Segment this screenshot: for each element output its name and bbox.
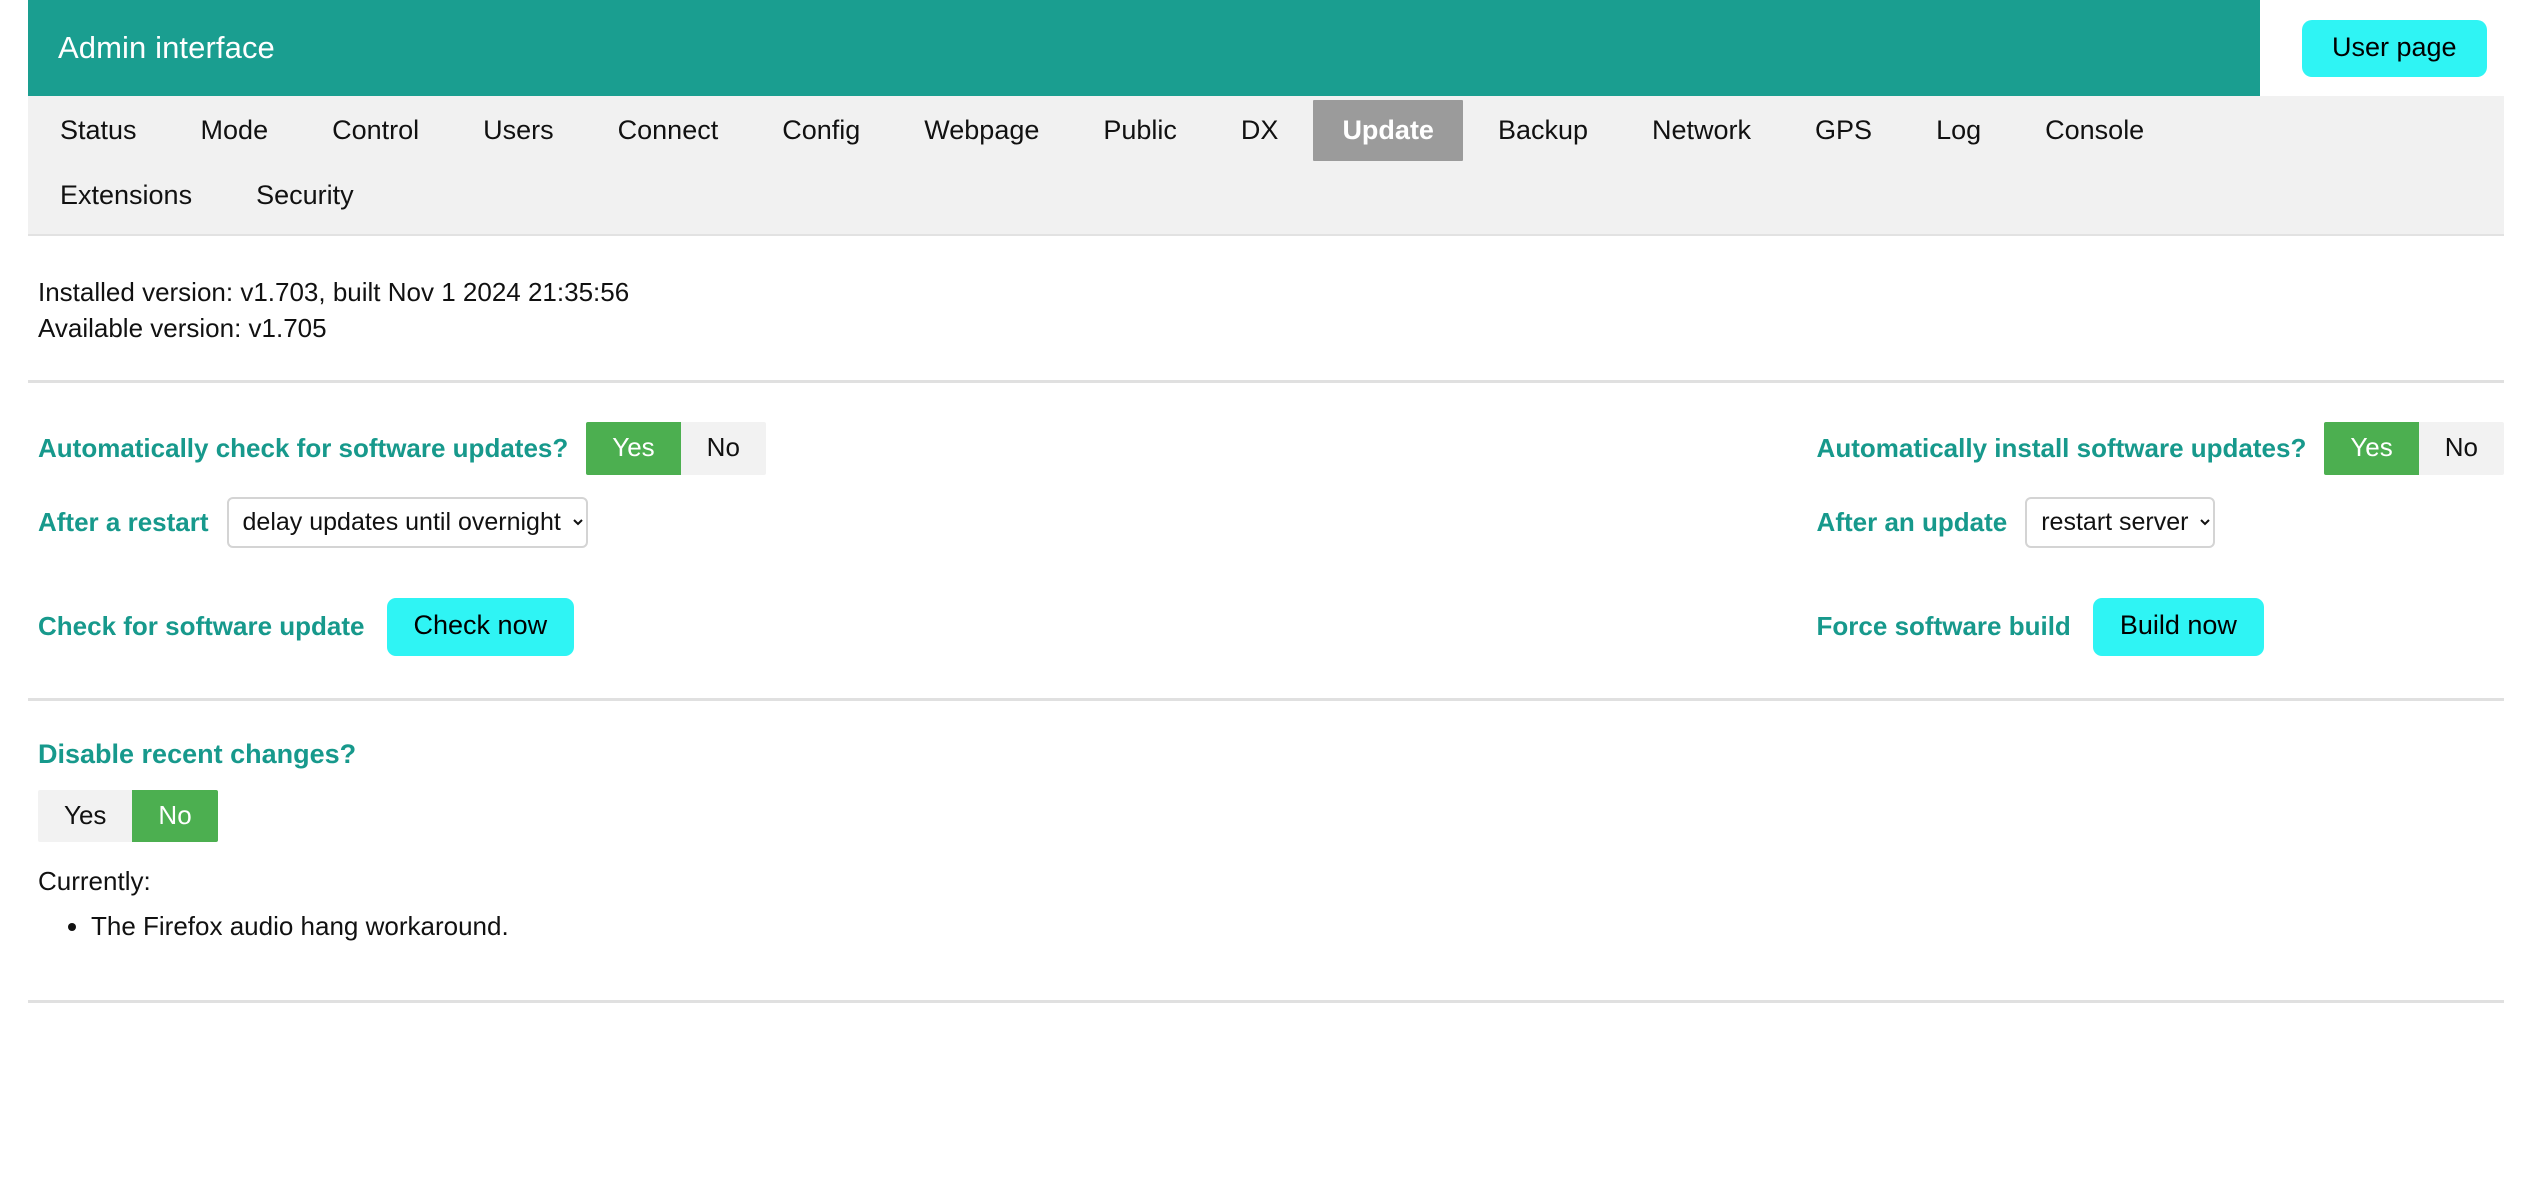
- auto-check-label: Automatically check for software updates…: [38, 433, 569, 464]
- tab-security[interactable]: Security: [227, 165, 383, 226]
- tab-status[interactable]: Status: [31, 100, 166, 161]
- user-page-button[interactable]: User page: [2302, 19, 2487, 77]
- nav-row-secondary: Extensions Security: [28, 161, 2504, 226]
- tab-backup[interactable]: Backup: [1469, 100, 1617, 161]
- tab-mode[interactable]: Mode: [172, 100, 298, 161]
- after-restart-label: After a restart: [38, 506, 209, 537]
- tab-console[interactable]: Console: [2016, 100, 2173, 161]
- auto-check-toggle[interactable]: Yes No: [586, 422, 766, 475]
- tab-connect[interactable]: Connect: [589, 100, 748, 161]
- auto-check-no-option[interactable]: No: [680, 422, 766, 475]
- tab-dx[interactable]: DX: [1212, 100, 1308, 161]
- top-bar-right: User page: [2260, 0, 2532, 96]
- recent-changes-yes-option[interactable]: Yes: [38, 789, 133, 843]
- tab-gps[interactable]: GPS: [1786, 100, 1901, 161]
- after-restart-row: After a restart delay updates until over…: [38, 496, 1052, 548]
- force-build-label: Force software build: [1816, 611, 2071, 642]
- tab-extensions[interactable]: Extensions: [31, 165, 221, 226]
- auto-install-toggle[interactable]: Yes No: [2324, 422, 2504, 475]
- main-content: Installed version: v1.703, built Nov 1 2…: [0, 236, 2532, 1004]
- divider-bottom: [28, 1000, 2504, 1004]
- auto-install-no-option[interactable]: No: [2418, 422, 2504, 475]
- tab-update[interactable]: Update: [1313, 100, 1463, 161]
- recent-changes-no-option[interactable]: No: [132, 789, 218, 843]
- after-update-label: After an update: [1816, 506, 2008, 537]
- auto-install-yes-option[interactable]: Yes: [2324, 422, 2419, 475]
- settings-column-right: Automatically install software updates? …: [1052, 422, 2504, 656]
- version-info: Installed version: v1.703, built Nov 1 2…: [28, 236, 2504, 348]
- after-update-select[interactable]: restart server: [2025, 496, 2216, 548]
- settings-grid: Automatically check for software updates…: [28, 383, 2504, 656]
- recent-changes-block: Disable recent changes? Yes No Currently…: [28, 739, 2504, 943]
- build-now-button[interactable]: Build now: [2092, 597, 2264, 656]
- tab-users[interactable]: Users: [454, 100, 583, 161]
- auto-check-row: Automatically check for software updates…: [38, 422, 1052, 475]
- recent-changes-toggle[interactable]: Yes No: [38, 789, 218, 843]
- recent-changes-list: The Firefox audio hang workaround.: [38, 911, 2504, 942]
- page-title: Admin interface: [58, 30, 275, 65]
- currently-label: Currently:: [38, 866, 151, 897]
- after-restart-select[interactable]: delay updates until overnight: [226, 496, 588, 548]
- nav-row-primary: Status Mode Control Users Connect Config…: [28, 96, 2504, 161]
- list-item: The Firefox audio hang workaround.: [91, 911, 2504, 942]
- available-version-text: Available version: v1.705: [38, 313, 327, 344]
- tab-config[interactable]: Config: [753, 100, 889, 161]
- divider-middle: [28, 697, 2504, 701]
- tab-webpage[interactable]: Webpage: [895, 100, 1068, 161]
- check-now-button[interactable]: Check now: [386, 597, 575, 656]
- recent-changes-title: Disable recent changes?: [38, 738, 357, 769]
- after-update-row: After an update restart server: [1816, 496, 2504, 548]
- auto-check-yes-option[interactable]: Yes: [586, 422, 681, 475]
- nav-tabs: Status Mode Control Users Connect Config…: [28, 96, 2504, 236]
- check-update-row: Check for software update Check now: [38, 597, 1052, 656]
- tab-public[interactable]: Public: [1074, 100, 1206, 161]
- auto-install-label: Automatically install software updates?: [1816, 433, 2307, 464]
- auto-install-row: Automatically install software updates? …: [1817, 422, 2504, 475]
- installed-version-text: Installed version: v1.703, built Nov 1 2…: [38, 276, 630, 307]
- force-build-row: Force software build Build now: [1816, 597, 2504, 656]
- check-update-label: Check for software update: [38, 611, 365, 642]
- footer-spacer: [28, 948, 2504, 970]
- top-bar: Admin interface User page: [0, 0, 2532, 96]
- tab-log[interactable]: Log: [1907, 100, 2010, 161]
- brand-bar: Admin interface: [28, 0, 2260, 96]
- tab-network[interactable]: Network: [1623, 100, 1780, 161]
- tab-control[interactable]: Control: [303, 100, 448, 161]
- settings-column-left: Automatically check for software updates…: [28, 422, 1052, 656]
